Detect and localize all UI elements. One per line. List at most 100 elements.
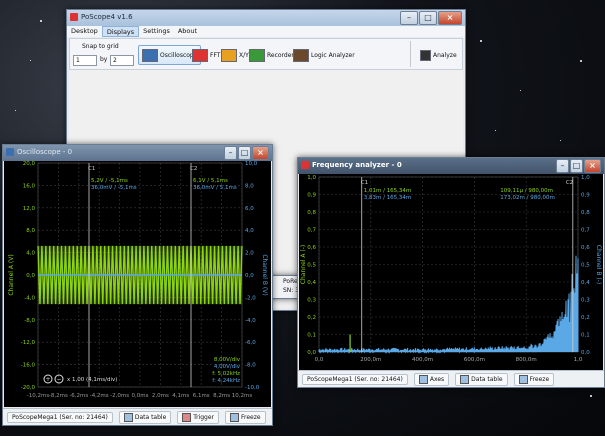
oscilloscope-maximize-button[interactable]: □ [238,146,251,160]
snap-y-spinner[interactable]: 2 [110,55,134,66]
analyze-button-label: Analyze [433,51,457,59]
y-right-tick-label: 0,2 [581,315,590,321]
cursor-1-label: C1 [88,166,95,172]
cursor-1-channel-b-readout: 36,0mV / -5,1ms [91,185,137,191]
logic-analyzer-button[interactable]: Logic Analyzer [289,45,359,65]
oscilloscope-graph[interactable]: -10,2ms -8,2ms -6,2ms -4,2ms -2,0ms 0,0ms 2,0m… [4,161,271,407]
y-left-tick-label: 0,8 [307,210,316,216]
y-right-tick-label: 10,0 [245,161,258,167]
y-right-tick-label: -4,0 [245,318,256,324]
cursor-2-label: C2 [190,166,197,172]
x-tick-label: -10,2ms [27,393,50,399]
fft-app-icon [301,161,309,169]
fft-graph[interactable]: 0,0 200,0m 400,0m 600,0m 800,0m 1,0 1,0 1,0 0,9 0… [299,174,603,370]
x-tick-label: -2,0ms [110,393,129,399]
fft-axes-button[interactable]: Axes [413,372,450,386]
oscilloscope-freeze-button[interactable]: Freeze [224,410,266,424]
y-left-tick-label: 8,0 [26,228,35,234]
y-left-tick-label: 0,0 [26,273,35,279]
oscilloscope-trigger-button[interactable]: Trigger [177,410,219,424]
menu-about[interactable]: About [174,26,201,37]
menubar: Desktop Displays Settings About [67,26,465,37]
oscilloscope-close-button[interactable]: × [252,146,269,160]
oscilloscope-app-icon [6,148,14,156]
fft-freeze-button[interactable]: Freeze [513,372,555,386]
y-right-axis-label: Channel B (-) [595,245,602,284]
y-right-tick-label: -2,0 [245,295,256,301]
y-left-tick-label: 1,0 [307,175,316,181]
fft-title: Frequency analyzer - 0 [312,161,402,169]
toolbar-divider [410,41,411,67]
oscilloscope-minimize-button[interactable]: – [224,146,237,160]
analyze-button[interactable]: Analyze [416,45,461,65]
y-left-tick-label: 0,5 [307,263,316,269]
x-tick-label: -4,2ms [90,393,109,399]
y-left-tick-label: -4,0 [24,295,35,301]
x-tick-label: -8,2ms [49,393,68,399]
fft-minimize-button[interactable]: – [556,159,569,173]
xy-icon [221,48,237,62]
menu-displays[interactable]: Displays [101,26,140,37]
x-tick-label: 800,0m [516,357,537,363]
y-left-tick-label: 0,3 [307,298,316,304]
logic-analyzer-button-label: Logic Analyzer [311,51,355,59]
y-left-tick-label: 0,0 [307,350,316,356]
y-right-tick-label: 0,3 [581,298,590,304]
cursor-1-channel-a-readout: 1,01m / 165,34m [364,188,412,194]
channel-a-scale: 8,00V/div [214,357,241,363]
fft-device-label: PoScopeMega1 (Ser. no: 21464) [302,373,408,385]
fft-close-button[interactable]: × [584,159,601,173]
cursor-1-channel-a-readout: 5,2V / -5,1ms [91,178,128,184]
oscilloscope-freeze-label: Freeze [240,413,261,421]
y-left-tick-label: -16,0 [21,363,36,369]
zoom-out-symbol: − [56,376,61,383]
oscilloscope-data-table-label: Data table [134,413,167,421]
cursor-2-channel-a-readout: 6,1V / 5,1ms [193,178,228,184]
y-left-tick-label: -20,0 [21,385,36,391]
minimize-button[interactable]: – [400,11,418,25]
maximize-button[interactable]: □ [419,11,437,25]
x-tick-label: 400,0m [412,357,433,363]
fft-bottombar: PoScopeMega1 (Ser. no: 21464) Axes Data … [298,370,604,387]
y-left-axis-label: Channel A (V) [8,254,15,295]
fft-device-text: PoScopeMega1 (Ser. no: 21464) [307,375,403,383]
oscilloscope-bottombar: PoScopeMega1 (Ser. no: 21464) Data table… [3,408,272,425]
y-right-tick-label: 0,8 [581,210,590,216]
oscilloscope-device-label: PoScopeMega1 (Ser. no: 21464) [7,411,113,423]
y-right-tick-label: 0,7 [581,228,590,234]
toolbar: Snap to grid 1 by 2 Oscilloscope FFT X/Y… [69,38,463,70]
x-tick-label: 10,2ms [232,393,253,399]
cursor-2-label: C2 [566,180,573,186]
snap-x-spinner[interactable]: 1 [73,55,97,66]
y-left-tick-label: 12,0 [23,206,36,212]
oscilloscope-trigger-label: Trigger [193,413,214,421]
fft-maximize-button[interactable]: □ [570,159,583,173]
y-right-tick-label: 0,9 [581,193,590,199]
snap-to-grid-label: Snap to grid [82,43,119,50]
channel-b-frequency: f: 4,24kHz [212,378,240,384]
fft-plot[interactable]: 0,0 200,0m 400,0m 600,0m 800,0m 1,0 1,0 1,0 0,9 0… [299,174,603,370]
y-right-tick-label: 0,6 [581,245,590,251]
cursor-2-channel-a-readout: 109,11μ / 980,00m [500,188,553,194]
zoom-readout: x 1,00 (4,1ms/div) [67,377,117,383]
y-right-tick-label: 6,0 [245,206,254,212]
menu-desktop[interactable]: Desktop [67,26,102,37]
oscilloscope-data-table-button[interactable]: Data table [118,410,172,424]
logic-analyzer-icon [293,48,309,62]
oscilloscope-icon [142,48,158,62]
fft-freeze-label: Freeze [529,375,550,383]
fft-data-table-button[interactable]: Data table [455,372,508,386]
x-tick-label: 8,2ms [213,393,230,399]
y-right-tick-label: -10,0 [245,385,260,391]
x-tick-label: 0,0ms [132,393,149,399]
zoom-in-symbol: + [45,376,50,383]
close-button[interactable]: × [438,11,462,25]
recorder-icon [249,48,265,62]
x-tick-label: 4,1ms [172,393,189,399]
y-left-tick-label: 4,0 [26,251,35,257]
x-tick-label: 6,1ms [193,393,210,399]
oscilloscope-plot[interactable]: -10,2ms -8,2ms -6,2ms -4,2ms -2,0ms 0,0ms 2,0m… [4,161,271,407]
menu-settings[interactable]: Settings [139,26,174,37]
oscilloscope-window: Oscilloscope - 0 – □ × -10,2ms -8,2ms -6,2… [2,144,273,426]
cursor-2-channel-b-readout: 36,0mV / 5,1ms [193,185,237,191]
